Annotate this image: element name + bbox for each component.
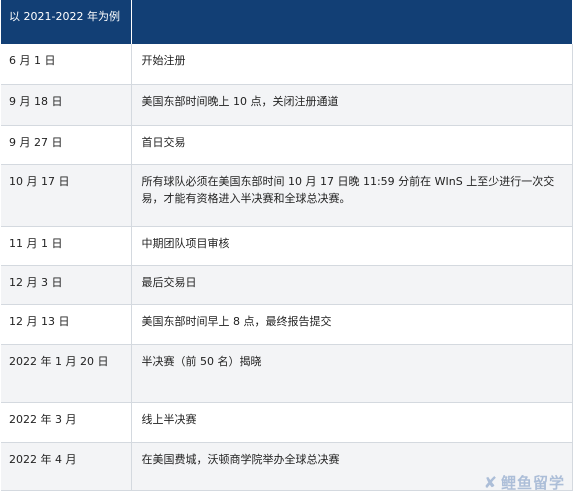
row-date: 9 月 27 日: [1, 125, 132, 165]
row-event: 中期团队项目审核: [131, 226, 573, 266]
row-event: 线上半决赛: [131, 402, 573, 443]
table-row: 2022 年 1 月 20 日 半决赛（前 50 名）揭晓: [1, 344, 573, 403]
fish-icon: ✘: [483, 473, 498, 492]
row-event: 半决赛（前 50 名）揭晓: [131, 344, 573, 403]
table-row: 9 月 27 日 首日交易: [1, 125, 573, 165]
watermark-text: 鲤鱼留学: [500, 474, 565, 492]
table-row: 12 月 13 日 美国东部时间早上 8 点，最终报告提交: [1, 304, 573, 345]
row-date: 9 月 18 日: [1, 84, 132, 126]
table-row: 11 月 1 日 中期团队项目审核: [1, 226, 573, 266]
table-row: 9 月 18 日 美国东部时间晚上 10 点，关闭注册通道: [1, 84, 573, 126]
row-date: 10 月 17 日: [1, 164, 132, 227]
row-date: 12 月 3 日: [1, 265, 132, 305]
table-row: 12 月 3 日 最后交易日: [1, 265, 573, 305]
watermark-logo: ✘ 鲤鱼留学: [484, 472, 565, 493]
row-event: 所有球队必须在美国东部时间 10 月 17 日晚 11:59 分前在 WInS …: [131, 164, 573, 227]
row-event: 美国东部时间晚上 10 点，关闭注册通道: [131, 84, 573, 126]
row-date: 2022 年 4 月: [1, 442, 132, 491]
row-event: 美国东部时间早上 8 点，最终报告提交: [131, 304, 573, 345]
row-event: 开始注册: [131, 44, 573, 85]
table-header-row: 以 2021-2022 年为例: [1, 0, 572, 44]
header-date-column: 以 2021-2022 年为例: [1, 0, 132, 44]
header-event-column: [131, 0, 572, 44]
row-event: 最后交易日: [131, 265, 573, 305]
row-event: 首日交易: [131, 125, 573, 165]
table-row: 2022 年 3 月 线上半决赛: [1, 402, 573, 443]
row-date: 6 月 1 日: [1, 44, 132, 85]
table-row: 10 月 17 日 所有球队必须在美国东部时间 10 月 17 日晚 11:59…: [1, 164, 573, 227]
table-row: 6 月 1 日 开始注册: [1, 44, 573, 85]
schedule-table: 以 2021-2022 年为例 6 月 1 日 开始注册 9 月 18 日 美国…: [1, 0, 573, 491]
row-date: 2022 年 1 月 20 日: [1, 344, 132, 403]
row-date: 12 月 13 日: [1, 304, 132, 345]
row-date: 11 月 1 日: [1, 226, 132, 266]
row-date: 2022 年 3 月: [1, 402, 132, 443]
